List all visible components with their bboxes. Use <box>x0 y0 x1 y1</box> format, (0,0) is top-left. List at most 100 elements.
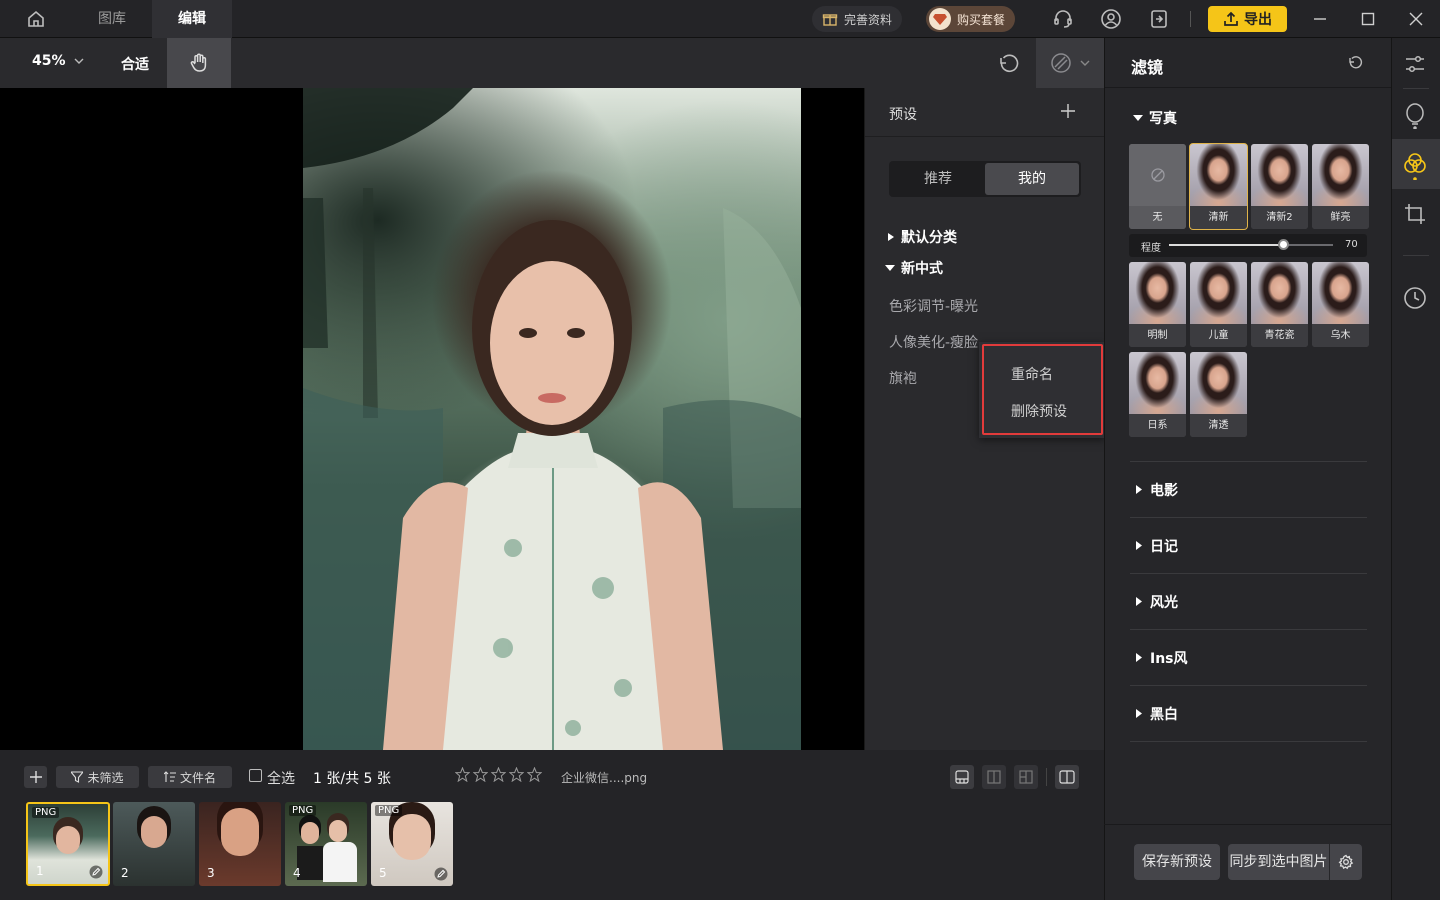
chevron-down-icon <box>1080 58 1090 68</box>
view-compare-b-button[interactable] <box>1014 765 1038 789</box>
filter-icon[interactable] <box>1403 152 1427 180</box>
group-new-chinese[interactable]: 新中式 <box>885 258 943 278</box>
category-label: 日记 <box>1150 538 1178 555</box>
filmstrip-icon <box>955 770 969 784</box>
slider-knob[interactable] <box>1277 239 1289 250</box>
filter-tile[interactable]: 日系 <box>1129 352 1186 437</box>
history-icon[interactable] <box>1403 286 1427 310</box>
filter-thumbnail <box>1190 262 1247 324</box>
sync-settings-button[interactable] <box>1330 844 1362 880</box>
caret-down-icon <box>1133 114 1143 122</box>
zoom-select[interactable]: 45% <box>32 53 84 69</box>
caret-right-icon <box>1136 541 1142 550</box>
fit-button[interactable]: 合适 <box>121 54 149 74</box>
tab-edit[interactable]: 编辑 <box>152 0 232 38</box>
filter-tile-label: 清新2 <box>1251 206 1308 229</box>
thumbnail-2[interactable]: 2 <box>113 802 195 886</box>
buy-plan-button[interactable]: 购买套餐 <box>926 6 1016 32</box>
group-default[interactable]: 默认分类 <box>887 227 957 247</box>
caret-right-icon <box>1136 709 1142 718</box>
filter-tile-none[interactable]: 无 <box>1129 144 1186 229</box>
category-movie[interactable]: 电影 <box>1130 462 1367 518</box>
star-icon[interactable] <box>527 767 542 782</box>
split-view-button[interactable] <box>1055 765 1079 789</box>
preset-item[interactable]: 色彩调节-曝光 <box>889 296 978 316</box>
view-single-button[interactable] <box>950 765 974 789</box>
crop-icon[interactable] <box>1403 202 1427 226</box>
star-icon[interactable] <box>491 767 506 782</box>
maximize-icon[interactable] <box>1356 7 1380 31</box>
filter-tile[interactable]: 乌木 <box>1312 262 1369 347</box>
title-bar: 图库 编辑 完善资料 购买套餐 导出 <box>0 0 1440 38</box>
filter-tile[interactable]: 明制 <box>1129 262 1186 347</box>
thumb-number: 4 <box>293 866 301 880</box>
close-icon[interactable] <box>1404 7 1428 31</box>
category-ins[interactable]: Ins风 <box>1130 630 1367 686</box>
add-preset-icon[interactable] <box>1061 104 1075 118</box>
section-portrait[interactable]: 写真 <box>1133 108 1177 128</box>
main-photo <box>303 88 801 750</box>
adjust-icon[interactable] <box>1403 52 1427 76</box>
filter-tile[interactable]: 清透 <box>1190 352 1247 437</box>
plus-icon <box>29 771 42 783</box>
user-icon[interactable] <box>1099 7 1123 31</box>
filter-tile[interactable]: 青花瓷 <box>1251 262 1308 347</box>
reset-icon[interactable] <box>1347 55 1363 71</box>
filter-tile-fresh[interactable]: 清新 <box>1189 143 1248 230</box>
rename-menu-item[interactable]: 重命名 <box>1011 364 1053 384</box>
tab-gallery[interactable]: 图库 <box>72 0 152 38</box>
compare-icon <box>1050 52 1072 74</box>
tab-recommended[interactable]: 推荐 <box>891 163 985 195</box>
thumbnail-5[interactable]: PNG 5 <box>371 802 453 886</box>
image-count: 1 张/共 5 张 <box>313 771 391 787</box>
rating-stars[interactable] <box>455 767 542 782</box>
divider <box>1403 88 1429 89</box>
undo-icon[interactable] <box>996 52 1020 76</box>
thumb-face <box>221 808 259 856</box>
tab-mine[interactable]: 我的 <box>985 163 1079 195</box>
delete-preset-menu-item[interactable]: 删除预设 <box>1011 401 1067 421</box>
preset-item[interactable]: 人像美化-瘦脸 <box>889 332 978 352</box>
divider <box>1190 11 1191 27</box>
thumbnail-4[interactable]: PNG 4 <box>285 802 367 886</box>
preset-title: 预设 <box>889 107 917 123</box>
select-all-checkbox[interactable] <box>249 769 262 782</box>
caret-right-icon <box>887 232 895 242</box>
category-diary[interactable]: 日记 <box>1130 518 1367 574</box>
category-scenery[interactable]: 风光 <box>1130 574 1367 630</box>
thumbnail-3[interactable]: 3 <box>199 802 281 886</box>
thumb-number: 2 <box>121 866 129 880</box>
save-preset-button[interactable]: 保存新预设 <box>1134 844 1220 880</box>
view-compare-a-button[interactable] <box>982 765 1006 789</box>
add-image-button[interactable] <box>24 766 47 788</box>
highlight-box <box>982 344 1103 435</box>
profile-button[interactable]: 完善资料 <box>812 6 903 32</box>
minimize-icon[interactable] <box>1308 7 1332 31</box>
context-menu: 重命名 删除预设 <box>979 342 1105 438</box>
filter-tile-label: 清新 <box>1190 206 1247 229</box>
star-icon[interactable] <box>509 767 524 782</box>
home-icon[interactable] <box>24 7 48 31</box>
sort-dropdown[interactable]: 文件名 <box>148 766 232 788</box>
category-label: 电影 <box>1150 482 1178 499</box>
filter-tile-label: 明制 <box>1129 324 1186 347</box>
hand-tool-button[interactable] <box>167 38 231 88</box>
preset-item[interactable]: 旗袍 <box>889 368 917 388</box>
compare-button[interactable] <box>1036 38 1104 88</box>
filter-dropdown[interactable]: 未筛选 <box>56 766 139 788</box>
category-bw[interactable]: 黑白 <box>1130 686 1367 742</box>
star-icon[interactable] <box>473 767 488 782</box>
filter-tile-vivid[interactable]: 鲜亮 <box>1312 144 1369 229</box>
logout-icon[interactable] <box>1147 7 1171 31</box>
portrait-icon[interactable] <box>1403 103 1427 129</box>
export-button[interactable]: 导出 <box>1208 6 1287 32</box>
sync-button[interactable]: 同步到选中图片 <box>1228 844 1329 880</box>
thumbnail-1[interactable]: PNG 1 <box>26 802 110 886</box>
support-icon[interactable] <box>1051 7 1075 31</box>
divider <box>1403 255 1429 256</box>
caret-right-icon <box>1136 597 1142 606</box>
filter-tile-fresh2[interactable]: 清新2 <box>1251 144 1308 229</box>
intensity-slider[interactable]: 程度 70 <box>1129 234 1367 257</box>
star-icon[interactable] <box>455 767 470 782</box>
filter-tile[interactable]: 儿童 <box>1190 262 1247 347</box>
